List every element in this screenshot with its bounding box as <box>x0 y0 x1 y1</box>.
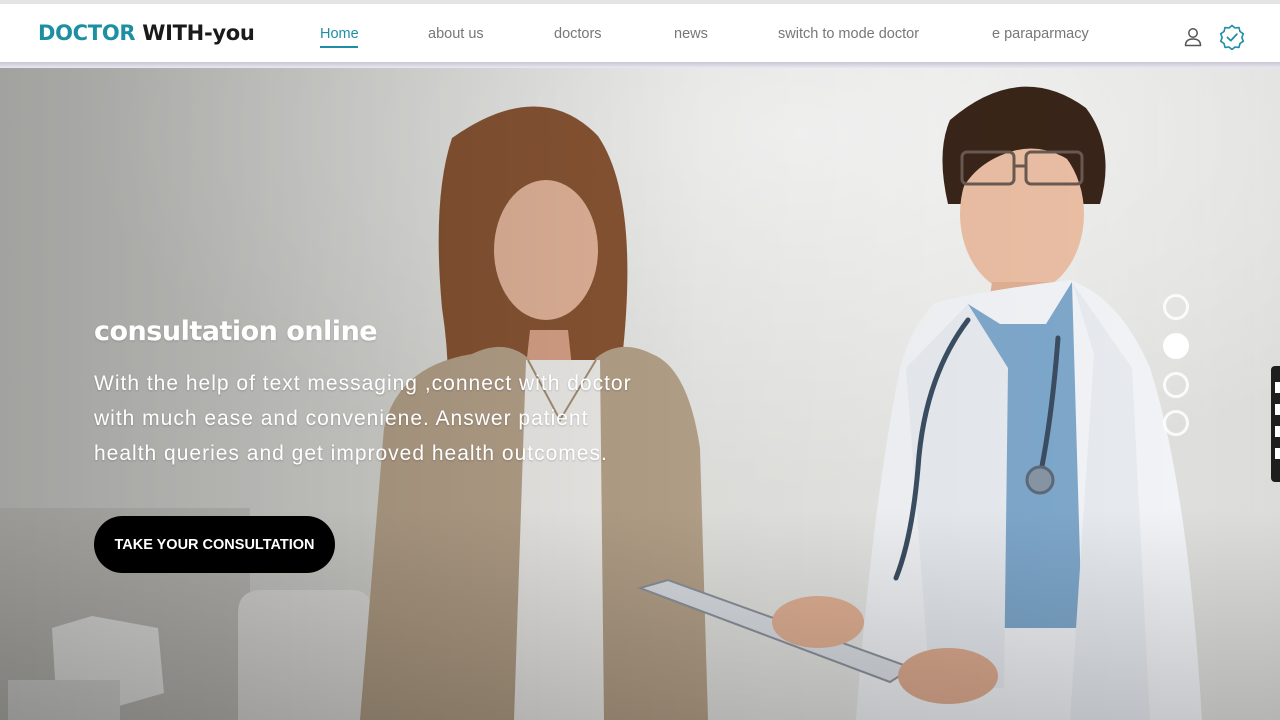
brand-logo-part2: WITH-you <box>142 21 255 45</box>
slider-dot-active[interactable] <box>1163 333 1189 359</box>
slider-dot[interactable] <box>1163 410 1189 436</box>
nav-link-switch-doctor-mode[interactable]: switch to mode doctor <box>778 26 919 42</box>
toolbar-icon <box>1275 404 1280 415</box>
hero-title: consultation online <box>94 316 378 347</box>
hero-description: With the help of text messaging ,connect… <box>94 366 654 471</box>
hero-description-line: With the help of text messaging ,connect… <box>94 372 632 395</box>
nav-link-e-parapharmacy[interactable]: e paraparmacy <box>992 26 1089 42</box>
take-consultation-button[interactable]: TAKE YOUR CONSULTATION <box>94 516 335 573</box>
active-nav-underline <box>320 46 358 48</box>
slider-dot[interactable] <box>1163 372 1189 398</box>
slider-dot[interactable] <box>1163 294 1189 320</box>
user-icon[interactable] <box>1182 26 1204 48</box>
navbar: DOCTOR WITH-you Home about us doctors ne… <box>0 4 1280 62</box>
nav-link-doctors[interactable]: doctors <box>554 26 602 42</box>
hero-description-line: with much ease and conveniene. Answer pa… <box>94 407 589 430</box>
hero-slider: consultation online With the help of tex… <box>0 68 1280 720</box>
brand-logo-part1: DOCTOR <box>38 21 136 45</box>
nav-link-news[interactable]: news <box>674 26 708 42</box>
brand-logo[interactable]: DOCTOR WITH-you <box>38 21 255 45</box>
nav-link-about-us[interactable]: about us <box>428 26 484 42</box>
verified-badge-icon[interactable] <box>1219 24 1245 51</box>
side-toolbar-tab[interactable] <box>1271 366 1280 482</box>
hero-description-line: health queries and get improved health o… <box>94 442 608 465</box>
toolbar-icon <box>1275 426 1280 437</box>
toolbar-icon <box>1275 448 1280 459</box>
toolbar-icon <box>1275 382 1280 393</box>
nav-link-home[interactable]: Home <box>320 26 359 42</box>
